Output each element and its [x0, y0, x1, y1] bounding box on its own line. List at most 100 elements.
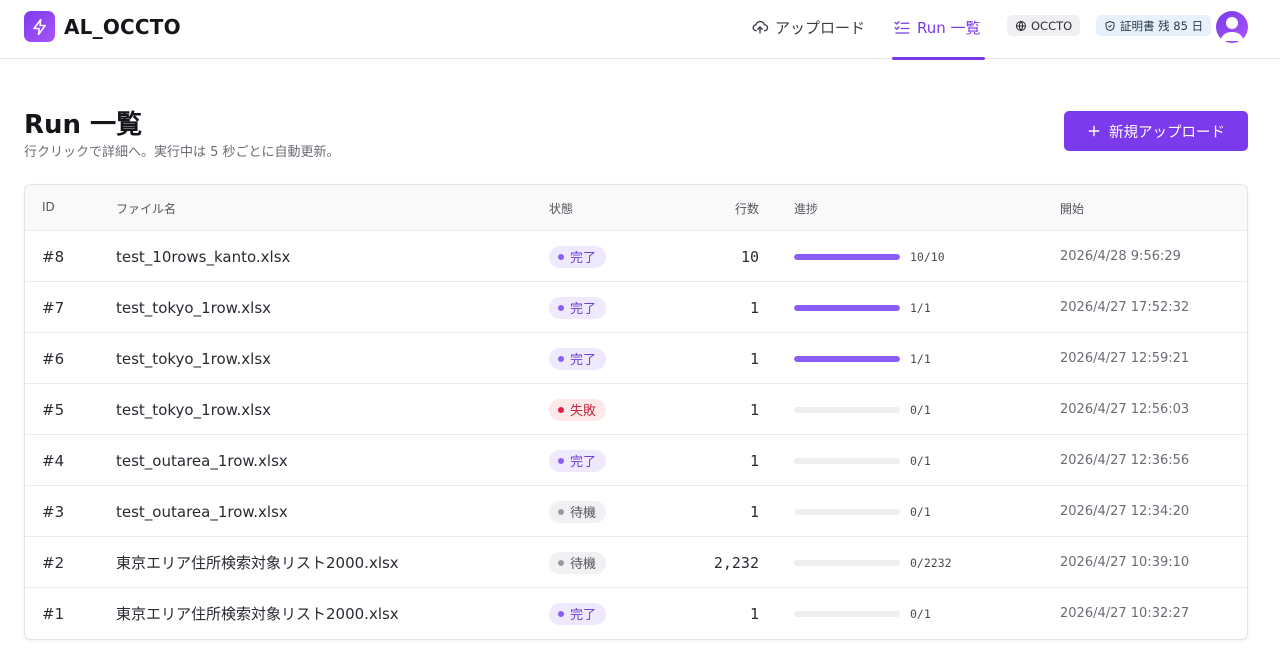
- status-badge: 待機: [549, 551, 607, 574]
- status-badge: 待機: [549, 500, 607, 523]
- run-id: #2: [42, 553, 65, 572]
- progress-bar-fill: [794, 304, 900, 311]
- header-start[interactable]: 開始: [1060, 200, 1084, 217]
- table-row[interactable]: #3 test_outarea_1row.xlsx 待機 1 0/1 2026/4/27 …: [25, 486, 1247, 537]
- nav-runs[interactable]: Run 一覧: [893, 16, 981, 38]
- nav-runs-label: Run 一覧: [917, 18, 981, 37]
- table-header: ID ファイル名 状態 行数 進捗 開始: [25, 185, 1247, 231]
- file-name: 東京エリア住所検索対象リスト2000.xlsx: [116, 605, 399, 623]
- nav-upload[interactable]: アップロード: [751, 16, 865, 38]
- status-cell: 待機: [549, 537, 607, 588]
- file-name: test_10rows_kanto.xlsx: [116, 247, 291, 266]
- progress-text: 0/2232: [910, 555, 952, 570]
- plus-icon: [1088, 125, 1100, 137]
- status-dot-icon: [558, 253, 564, 260]
- status-cell: 完了: [549, 588, 607, 639]
- progress-text: 1/1: [910, 351, 931, 366]
- table-row[interactable]: #6 test_tokyo_1row.xlsx 完了 1 1/1 2026/4/27 12…: [25, 333, 1247, 384]
- table-row[interactable]: #7 test_tokyo_1row.xlsx 完了 1 1/1 2026/4/27 17…: [25, 282, 1247, 333]
- start-time: 2026/4/27 10:39:10: [1060, 555, 1190, 570]
- start-time: 2026/4/27 12:36:56: [1060, 453, 1190, 468]
- list-check-icon: [894, 21, 910, 34]
- progress-bar-fill: [794, 253, 900, 260]
- start-time: 2026/4/27 12:34:20: [1060, 504, 1190, 519]
- run-id: #6: [42, 349, 65, 368]
- run-id: #8: [42, 247, 65, 266]
- file-name: test_tokyo_1row.xlsx: [116, 400, 272, 419]
- start-time: 2026/4/27 12:59:21: [1060, 351, 1190, 366]
- start-time: 2026/4/28 9:56:29: [1060, 249, 1181, 264]
- occto-label: OCCTO: [1031, 18, 1073, 33]
- progress-bar: [794, 457, 900, 464]
- status-cell: 完了: [549, 333, 607, 384]
- progress-bar: [794, 508, 900, 515]
- status-cell: 待機: [549, 486, 607, 537]
- status-dot-icon: [558, 406, 564, 413]
- new-upload-button[interactable]: 新規アップロード: [1064, 111, 1248, 151]
- status-dot-icon: [558, 355, 564, 362]
- progress-text: 0/1: [910, 606, 931, 621]
- start-time: 2026/4/27 12:56:03: [1060, 402, 1190, 417]
- row-count: 1: [749, 502, 759, 521]
- row-count: 1: [749, 400, 759, 419]
- status-badge: 失敗: [549, 398, 607, 421]
- run-id: #7: [42, 298, 65, 317]
- certificate-label: 証明書 残 85 日: [1120, 18, 1204, 33]
- row-count: 10: [740, 247, 759, 266]
- user-avatar[interactable]: [1216, 11, 1248, 43]
- app-logo[interactable]: [24, 11, 55, 42]
- status-dot-icon: [558, 559, 564, 566]
- progress-text: 1/1: [910, 300, 931, 315]
- runs-table: ID ファイル名 状態 行数 進捗 開始 #8 test_10rows_kanto…: [24, 184, 1248, 640]
- file-name: test_outarea_1row.xlsx: [116, 502, 288, 521]
- start-time: 2026/4/27 10:32:27: [1060, 606, 1190, 621]
- progress-text: 10/10: [910, 249, 945, 264]
- status-cell: 完了: [549, 435, 607, 486]
- row-count: 1: [749, 604, 759, 623]
- table-row[interactable]: #8 test_10rows_kanto.xlsx 完了 10 10/10 2026/4/…: [25, 231, 1247, 282]
- progress-bar: [794, 253, 900, 260]
- progress-cell: 1/1: [794, 282, 931, 333]
- status-label: 完了: [570, 353, 597, 368]
- occto-badge[interactable]: OCCTO: [1007, 15, 1081, 36]
- progress-cell: 0/1: [794, 486, 931, 537]
- header-status[interactable]: 状態: [549, 200, 573, 217]
- page-title: Run 一覧: [24, 110, 143, 140]
- status-label: 完了: [570, 251, 597, 266]
- progress-bar: [794, 355, 900, 362]
- app-title[interactable]: AL_OCCTO: [64, 15, 181, 39]
- progress-bar: [794, 406, 900, 413]
- file-name: test_tokyo_1row.xlsx: [116, 349, 272, 368]
- table-row[interactable]: #5 test_tokyo_1row.xlsx 失敗 1 0/1 2026/4/27 12…: [25, 384, 1247, 435]
- row-count: 1: [749, 451, 759, 470]
- header-rows[interactable]: 行数: [735, 200, 759, 217]
- progress-cell: 10/10: [794, 231, 945, 282]
- progress-bar: [794, 610, 900, 617]
- header-id[interactable]: ID: [42, 200, 55, 214]
- table-row[interactable]: #2 東京エリア住所検索対象リスト2000.xlsx 待機 2,232 0/2232 20…: [25, 537, 1247, 588]
- status-label: 完了: [570, 455, 597, 470]
- run-id: #5: [42, 400, 65, 419]
- globe-icon: [1016, 20, 1026, 31]
- progress-cell: 0/1: [794, 435, 931, 486]
- run-id: #1: [42, 604, 65, 623]
- progress-cell: 0/1: [794, 384, 931, 435]
- run-id: #3: [42, 502, 65, 521]
- header-progress[interactable]: 進捗: [794, 200, 818, 217]
- nav-active-indicator: [892, 57, 985, 60]
- progress-text: 0/1: [910, 402, 931, 417]
- start-time: 2026/4/27 17:52:32: [1060, 300, 1190, 315]
- status-dot-icon: [558, 610, 564, 617]
- table-row[interactable]: #1 東京エリア住所検索対象リスト2000.xlsx 完了 1 0/1 2026/4/27…: [25, 588, 1247, 639]
- status-dot-icon: [558, 304, 564, 311]
- progress-cell: 0/2232: [794, 537, 952, 588]
- status-badge: 完了: [549, 602, 607, 625]
- lightning-icon: [32, 18, 46, 35]
- certificate-badge[interactable]: 証明書 残 85 日: [1096, 15, 1212, 36]
- status-cell: 完了: [549, 282, 607, 333]
- header-file[interactable]: ファイル名: [116, 200, 176, 217]
- status-label: 待機: [570, 557, 597, 572]
- progress-bar-fill: [794, 355, 900, 362]
- table-row[interactable]: #4 test_outarea_1row.xlsx 完了 1 0/1 2026/4/27 …: [25, 435, 1247, 486]
- progress-cell: 0/1: [794, 588, 931, 639]
